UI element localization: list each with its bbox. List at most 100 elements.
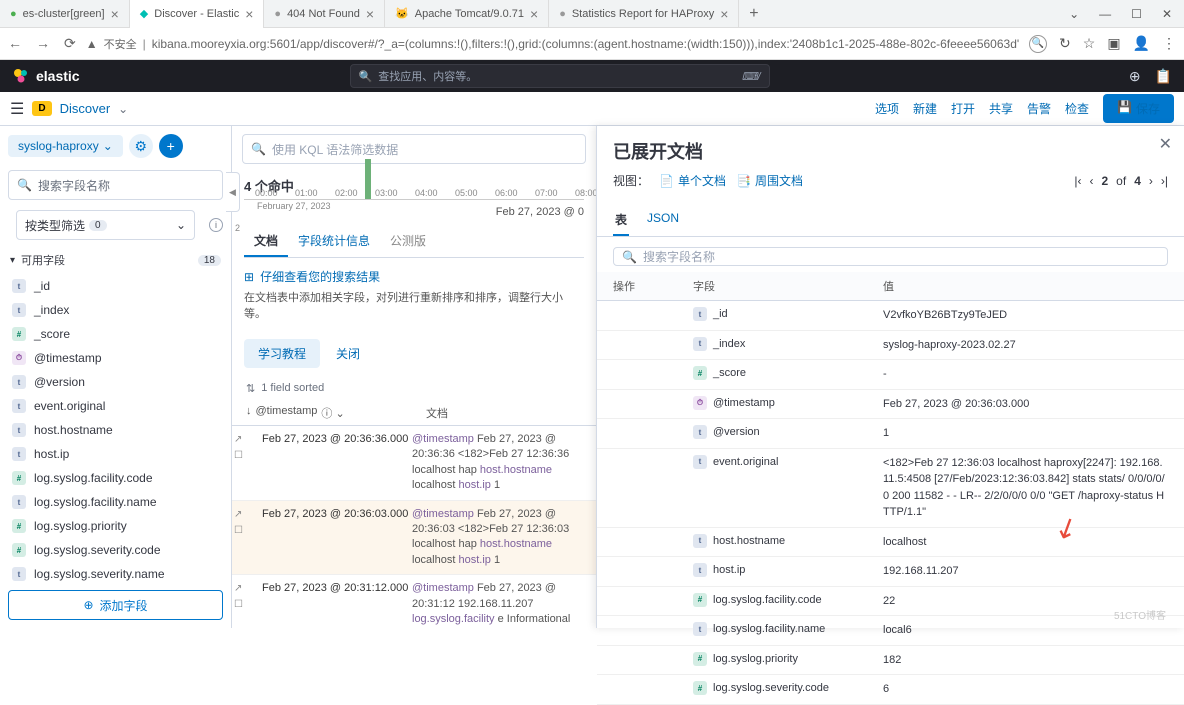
field-item[interactable]: tlog.syslog.facility.name [0, 490, 231, 514]
flyout-pager: |‹ ‹ 2 of 4 › ›| [1074, 174, 1168, 188]
tab-close-icon[interactable]: × [366, 6, 374, 22]
kql-input[interactable]: 🔍 使用 KQL 语法筛选数据 [242, 134, 586, 164]
browser-tab[interactable]: ●404 Not Found× [264, 0, 385, 28]
chevron-down-icon: ⌄ [176, 218, 186, 232]
search-icon: 🔍 [251, 142, 266, 156]
field-item[interactable]: tevent.original [0, 394, 231, 418]
history-icon[interactable]: ↻ [1059, 35, 1071, 52]
url-box[interactable]: ▲ 不安全 | kibana.mooreyxia.org:5601/app/di… [86, 36, 1019, 52]
available-fields-header[interactable]: ▾ 可用字段 18 [0, 246, 231, 274]
type-filter[interactable]: 按类型筛选 0 ⌄ [16, 210, 195, 240]
url-text: kibana.mooreyxia.org:5601/app/discover#/… [152, 37, 1019, 51]
doc-row[interactable]: ↗☐Feb 27, 2023 @ 20:31:12.000@timestamp … [232, 575, 596, 628]
open-link[interactable]: 打开 [951, 100, 975, 117]
flyout-field-row: #log.syslog.facility.code22 [597, 587, 1184, 617]
dataview-selector[interactable]: syslog-haproxy ⌄ [8, 135, 123, 157]
field-item[interactable]: #_score [0, 322, 231, 346]
col-document[interactable]: 文档 [426, 405, 448, 421]
col-timestamp[interactable]: @timestamp [256, 405, 318, 421]
browser-tabs: ●es-cluster[green]×◆Discover - Elastic×●… [0, 0, 1184, 28]
last-page-icon[interactable]: ›| [1161, 174, 1168, 188]
field-search-input[interactable]: 🔍 搜索字段名称 [8, 170, 223, 200]
save-button[interactable]: 💾 保存 [1103, 94, 1174, 123]
doc-row[interactable]: ↗☐Feb 27, 2023 @ 20:36:03.000@timestamp … [232, 501, 596, 576]
tab-close-icon[interactable]: × [245, 6, 253, 22]
search-icon: 🔍 [359, 70, 373, 83]
surrounding-docs-link[interactable]: 📑 周围文档 [736, 172, 803, 189]
alerts-link[interactable]: 告警 [1027, 100, 1051, 117]
expand-icon[interactable]: ↗ [234, 508, 262, 522]
field-item[interactable]: #log.syslog.facility.code [0, 466, 231, 490]
tab-close-icon[interactable]: × [530, 6, 538, 22]
blocked-icon[interactable]: ▣ [1107, 35, 1120, 52]
maximize-icon[interactable]: ☐ [1131, 7, 1142, 21]
kibana-header: elastic 🔍 查找应用、内容等。 ⌨/ ⊕ 📋 [0, 60, 1184, 92]
options-link[interactable]: 选项 [875, 100, 899, 117]
tour-close-button[interactable]: 关闭 [336, 339, 360, 368]
field-item[interactable]: #log.syslog.severity.code [0, 538, 231, 562]
histogram-chart[interactable]: 4 2 February 27, 2023 00:00 01:00 02:00 … [244, 199, 584, 200]
chevron-down-icon[interactable]: ⌄ [118, 102, 128, 116]
tour-learn-button[interactable]: 学习教程 [244, 339, 320, 368]
new-tab-button[interactable]: + [739, 5, 768, 23]
search-icon: 🔍 [622, 250, 637, 264]
doc-row[interactable]: ↗☐Feb 27, 2023 @ 20:36:36.000@timestamp … [232, 426, 596, 501]
tab-json[interactable]: JSON [645, 205, 681, 236]
dataview-settings-button[interactable]: ⚙ [129, 134, 153, 158]
insecure-label: 不安全 [104, 36, 137, 52]
tab-close-icon[interactable]: × [111, 6, 119, 22]
first-page-icon[interactable]: |‹ [1074, 174, 1081, 188]
tab-documents[interactable]: 文档 [244, 226, 288, 257]
browser-tab[interactable]: ●es-cluster[green]× [0, 0, 130, 28]
minimize-icon[interactable]: — [1099, 7, 1111, 21]
star-icon[interactable]: ☆ [1083, 35, 1096, 52]
prev-page-icon[interactable]: ‹ [1089, 174, 1093, 188]
tab-table[interactable]: 表 [613, 205, 629, 236]
single-doc-link[interactable]: 📄 单个文档 [659, 172, 726, 189]
browser-tab[interactable]: ◆Discover - Elastic× [130, 0, 265, 28]
field-item[interactable]: t@version [0, 370, 231, 394]
back-icon[interactable]: ← [8, 35, 22, 52]
close-icon[interactable]: ✕ [1162, 7, 1172, 21]
flyout-field-row: ⏱@timestampFeb 27, 2023 @ 20:36:03.000 [597, 390, 1184, 420]
app-sub-header: ☰ D Discover ⌄ 选项 新建 打开 共享 告警 检查 💾 保存 [0, 92, 1184, 126]
chevron-down-icon[interactable]: ⌄ [1069, 7, 1079, 21]
inspect-link[interactable]: 检查 [1065, 100, 1089, 117]
sort-indicator[interactable]: ⇅ 1 field sorted [232, 376, 596, 401]
expand-icon[interactable]: ↗ [234, 582, 262, 596]
dataview-add-button[interactable]: + [159, 134, 183, 158]
browser-tab[interactable]: 🐱Apache Tomcat/9.0.71× [385, 0, 549, 28]
next-page-icon[interactable]: › [1149, 174, 1153, 188]
translate-icon[interactable]: 🔍 [1029, 35, 1047, 53]
expand-icon[interactable]: ↗ [234, 433, 262, 447]
field-item[interactable]: thost.ip [0, 442, 231, 466]
help-icon[interactable]: ⊕ [1129, 68, 1141, 85]
flyout-field-search[interactable]: 🔍 搜索字段名称 [613, 247, 1168, 266]
field-item[interactable]: #log.syslog.priority [0, 514, 231, 538]
browser-tab[interactable]: ●Statistics Report for HAProxy× [549, 0, 739, 28]
discover-link[interactable]: Discover [60, 101, 111, 116]
field-item[interactable]: thost.hostname [0, 418, 231, 442]
newsfeed-icon[interactable]: 📋 [1155, 68, 1172, 85]
field-item[interactable]: t_id [0, 274, 231, 298]
sidebar-collapse-icon[interactable]: ◀ [226, 172, 240, 212]
field-item[interactable]: t_index [0, 298, 231, 322]
field-item[interactable]: ⏱@timestamp [0, 346, 231, 370]
kibana-search[interactable]: 🔍 查找应用、内容等。 ⌨/ [350, 64, 770, 88]
reload-icon[interactable]: ⟳ [64, 35, 76, 52]
tab-close-icon[interactable]: × [720, 6, 728, 22]
share-link[interactable]: 共享 [989, 100, 1013, 117]
new-link[interactable]: 新建 [913, 100, 937, 117]
flyout-close-icon[interactable]: ✕ [1159, 134, 1172, 154]
field-item[interactable]: tlog.syslog.severity.name [0, 562, 231, 582]
elastic-logo[interactable]: elastic [12, 67, 80, 85]
tour-tip: ⊞ 仔细查看您的搜索结果 在文档表中添加相关字段，对列进行重新排序和排序，调整行… [244, 268, 584, 321]
tab-field-stats[interactable]: 字段统计信息 [288, 226, 380, 257]
window-controls: ⌄ — ☐ ✕ [1069, 7, 1184, 21]
menu-icon[interactable]: ⋮ [1162, 35, 1176, 52]
profile-icon[interactable]: 👤 [1133, 35, 1150, 52]
forward-icon[interactable]: → [36, 35, 50, 52]
add-field-button[interactable]: ⊕ 添加字段 [8, 590, 223, 620]
info-icon[interactable]: i [209, 218, 223, 232]
nav-toggle-icon[interactable]: ☰ [10, 99, 24, 119]
